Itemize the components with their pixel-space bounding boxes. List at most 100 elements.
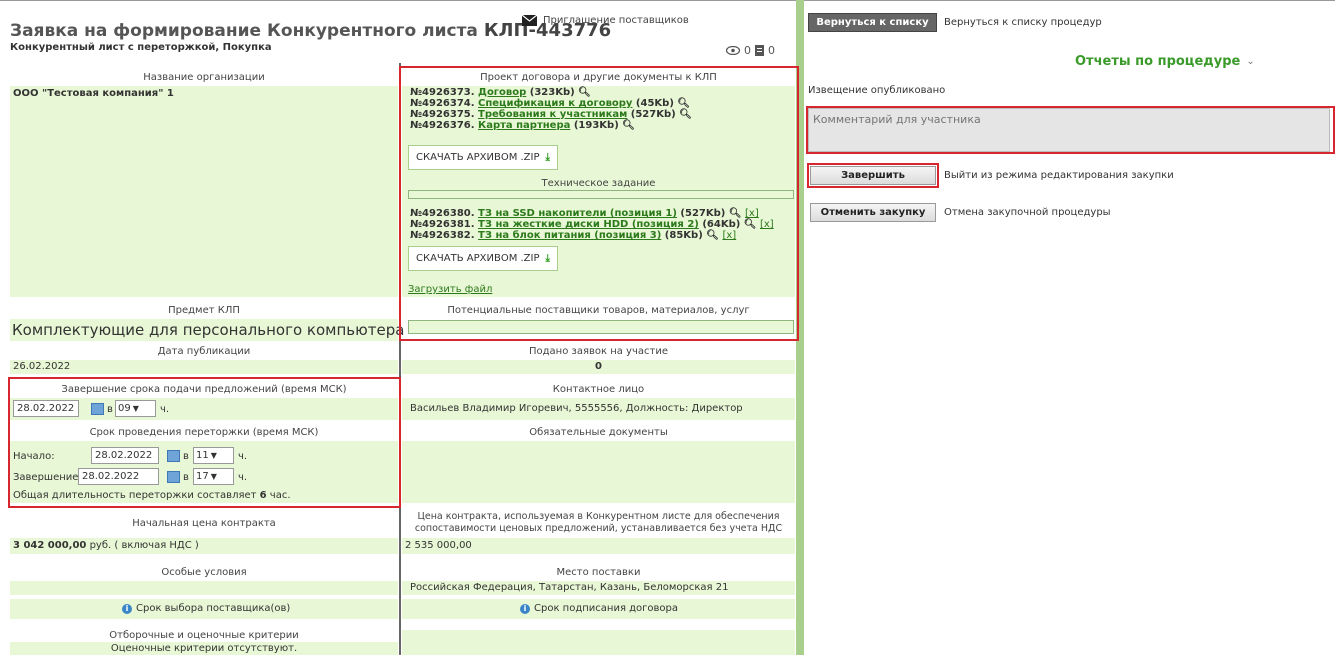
zip-label: СКАЧАТЬ АРХИВОМ .ZIP (416, 253, 540, 264)
reports-label: Отчеты по процедуре (1075, 54, 1241, 69)
delivery-label: Место поставки (402, 567, 795, 581)
rebid-start-in: в (183, 451, 189, 462)
magnifier-icon[interactable]: 🔍︎ (729, 208, 742, 219)
rebid-start-hour-value: 11 (196, 450, 209, 461)
rebid-start-date-input[interactable]: 28.02.2022 (91, 447, 159, 464)
calendar-icon[interactable] (91, 403, 104, 415)
envelope-icon (522, 15, 537, 26)
reports-dropdown[interactable]: Отчеты по процедуре ⌄ (1075, 54, 1255, 69)
org-cell (10, 86, 398, 297)
cancel-procurement-button[interactable]: Отменить закупку (810, 203, 936, 222)
suppliers-field[interactable] (408, 320, 794, 334)
magnifier-icon[interactable]: 🔍︎ (706, 230, 719, 241)
upload-file-link[interactable]: Загрузить файл (408, 284, 492, 295)
start-price-amount: 3 042 000,00 (13, 540, 87, 551)
magnifier-icon[interactable]: 🔍︎ (679, 109, 692, 120)
duration-suffix: час. (266, 490, 291, 501)
contact-label: Контактное лицо (402, 384, 795, 398)
back-to-list-text: Вернуться к списку процедур (944, 17, 1102, 28)
download-icon: ⤓ (545, 253, 550, 264)
delivery-value: Российская Федерация, Татарстан, Казань,… (402, 581, 795, 595)
start-price-suffix: руб. ( включая НДС ) (86, 540, 199, 551)
magnifier-icon[interactable]: 🔍︎ (744, 219, 757, 230)
criteria-value: Оценочные критерии отсутствуют. (110, 643, 298, 654)
invite-label: Приглашение поставщиков (543, 15, 689, 26)
chevron-down-icon: ⌄ (1246, 56, 1255, 67)
document-icon (755, 45, 764, 56)
info-icon[interactable]: i (122, 603, 132, 614)
back-to-list-button[interactable]: Вернуться к списку (808, 13, 937, 32)
magnifier-icon[interactable]: 🔍︎ (677, 98, 690, 109)
tech-item: №4926380. ТЗ на SSD накопители (позиция … (410, 208, 774, 219)
doc-link[interactable]: ТЗ на SSD накопители (позиция 1) (478, 208, 677, 219)
deadline-hour-select[interactable]: 09 ▼ (115, 400, 156, 417)
deadline-h-label: ч. (160, 404, 170, 415)
comment-input[interactable] (808, 108, 1330, 152)
views-count: 0 (744, 44, 751, 57)
suppliers-label: Потенциальные поставщики товаров, матери… (402, 305, 795, 319)
doc-link[interactable]: Спецификация к договору (478, 98, 632, 109)
tech-list: №4926380. ТЗ на SSD накопители (позиция … (410, 208, 774, 241)
subject-value: Комплектующие для персонального компьюте… (12, 321, 405, 339)
doc-item: №4926373. Договор (323Kb) 🔍︎ (410, 87, 692, 98)
doc-size: (527Kb) (627, 109, 676, 120)
deadline-date-input[interactable]: 28.02.2022 (13, 400, 79, 417)
magnifier-icon[interactable]: 🔍︎ (622, 120, 635, 131)
top-rule (0, 0, 1335, 1)
page-subtitle: Конкурентный лист с переторжкой, Покупка (10, 42, 272, 53)
applications-value: 0 (402, 360, 795, 374)
rebid-end-hour-select[interactable]: 17 ▼ (193, 468, 234, 485)
rebid-end-label: Завершение: (13, 472, 82, 483)
delete-link[interactable]: [x] (722, 230, 736, 241)
delete-link[interactable]: [x] (745, 208, 759, 219)
info-icon[interactable]: i (520, 603, 530, 614)
deadline-hour-value: 09 (118, 403, 131, 414)
rebid-end-hour-value: 17 (196, 471, 209, 482)
contract-price-value: 2 535 000,00 (402, 538, 795, 554)
doc-link[interactable]: ТЗ на блок питания (позиция 3) (478, 230, 661, 241)
doc-link[interactable]: ТЗ на жесткие диски HDD (позиция 2) (478, 219, 699, 230)
required-docs-label: Обязательные документы (402, 427, 795, 441)
calendar-icon[interactable] (167, 450, 180, 462)
title-text: Заявка на формирование Конкурентного лис… (10, 21, 484, 41)
doc-link[interactable]: Требования к участникам (478, 109, 627, 120)
doc-size: (527Kb) (676, 208, 726, 219)
page-title: Заявка на формирование Конкурентного лис… (10, 20, 611, 41)
notice-text: Извещение опубликовано (808, 85, 946, 96)
supplier-term-label: i Срок выбора поставщика(ов) (122, 603, 290, 614)
tech-item: №4926382. ТЗ на блок питания (позиция 3)… (410, 230, 774, 241)
invite-suppliers-link[interactable]: Приглашение поставщиков (522, 15, 689, 26)
eye-icon (726, 46, 740, 55)
panel-separator (796, 0, 804, 655)
criteria-right-cell (402, 630, 795, 655)
sign-term-label: i Срок подписания договора (520, 603, 678, 614)
rebid-start-h: ч. (238, 451, 248, 462)
finish-button[interactable]: Завершить (810, 166, 936, 185)
download-zip-button-2[interactable]: СКАЧАТЬ АРХИВОМ .ZIP ⤓ (408, 246, 558, 271)
calendar-icon[interactable] (167, 471, 180, 483)
doc-size: (85Kb) (661, 230, 703, 241)
required-docs-cell (402, 441, 795, 503)
rebid-end-date-input[interactable]: 28.02.2022 (78, 468, 159, 485)
supplier-term-text: Срок выбора поставщика(ов) (136, 603, 291, 614)
org-value: ООО "Тестовая компания" 1 (13, 88, 174, 99)
special-cell (10, 581, 398, 595)
criteria-label: Отборочные и оценочные критерии (10, 630, 398, 642)
special-label: Особые условия (10, 567, 398, 581)
counters: 0 0 (726, 44, 775, 57)
doc-link[interactable]: Карта партнера (478, 120, 570, 131)
rebid-end-in: в (183, 472, 189, 483)
start-price-value: 3 042 000,00 руб. ( включая НДС ) (10, 538, 398, 554)
doc-link[interactable]: Договор (478, 87, 526, 98)
magnifier-icon[interactable]: 🔍︎ (578, 87, 591, 98)
chevron-down-icon: ▼ (132, 404, 139, 413)
subject-label: Предмет КЛП (10, 305, 398, 319)
doc-size: (323Kb) (526, 87, 575, 98)
tech-label: Техническое задание (541, 178, 656, 189)
applications-label: Подано заявок на участие (402, 346, 795, 360)
doc-num: №4926373. (410, 87, 479, 98)
download-zip-button[interactable]: СКАЧАТЬ АРХИВОМ .ZIP ⤓ (408, 145, 558, 170)
rebid-start-hour-select[interactable]: 11 ▼ (193, 447, 234, 464)
rebid-duration: Общая длительность переторжки составляет… (13, 490, 291, 501)
delete-link[interactable]: [x] (760, 219, 774, 230)
